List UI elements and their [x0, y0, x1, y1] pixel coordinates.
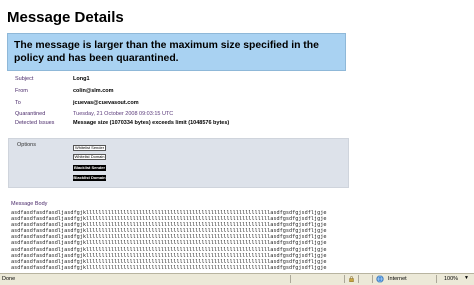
statusbar-divider	[358, 275, 359, 283]
quarantined-value: Tuesday, 21 October 2008 09:03:15 UTC	[73, 111, 174, 117]
zoom-level[interactable]: 100%	[444, 276, 458, 282]
statusbar-divider	[290, 275, 291, 283]
page-title: Message Details	[7, 9, 124, 26]
to-label: To	[15, 100, 21, 106]
message-body: asdfasdfasdfasdljasdfgjkllllllllllllllll…	[11, 210, 371, 271]
message-body-label: Message Body	[11, 201, 48, 207]
whitelist-domain-button[interactable]: Whitelist Domain	[73, 154, 106, 160]
quarantine-banner: The message is larger than the maximum s…	[7, 33, 346, 71]
from-value: colin@slm.com	[73, 88, 114, 94]
whitelist-sender-button[interactable]: Whitelist Sender	[73, 145, 106, 151]
message-body-line: asdfasdfasdfasdljasdfgjkllllllllllllllll…	[11, 252, 327, 259]
blacklist-domain-button[interactable]: Blacklist Domain	[73, 175, 106, 181]
globe-icon	[376, 275, 384, 283]
status-text: Done	[2, 276, 16, 282]
from-label: From	[15, 88, 28, 94]
message-body-line: asdfasdfasdfasdljasdfgjkllllllllllllllll…	[11, 264, 327, 271]
blacklist-sender-button[interactable]: Blacklist Sender	[73, 165, 106, 171]
status-bar: Done Internet 100% ▼	[0, 273, 474, 285]
subject-label: Subject	[15, 76, 34, 82]
statusbar-divider	[372, 275, 373, 283]
zoom-dropdown-icon[interactable]: ▼	[464, 275, 469, 281]
security-zone: Internet	[388, 276, 407, 282]
options-label: Options	[17, 142, 36, 148]
options-panel: Options Whitelist Sender Whitelist Domai…	[8, 138, 349, 188]
banner-text: The message is larger than the maximum s…	[14, 40, 319, 64]
subject-value: Long1	[73, 76, 90, 82]
message-body-line: asdfasdfasdfasdljasdfgjkllllllllllllllll…	[11, 246, 327, 253]
statusbar-divider	[344, 275, 345, 283]
to-value: jcuevas@cuevasout.com	[73, 100, 139, 106]
issues-label: Detected Issues	[15, 120, 55, 126]
issues-value: Message size (1070334 bytes) exceeds lim…	[73, 120, 230, 126]
message-body-line: asdfasdfasdfasdljasdfgjkllllllllllllllll…	[11, 258, 327, 265]
quarantined-label: Quarantined	[15, 111, 46, 117]
lock-icon	[349, 276, 354, 282]
message-body-line: asdfasdfasdfasdljasdfgjkllllllllllllllll…	[11, 240, 327, 247]
statusbar-divider	[436, 275, 437, 283]
